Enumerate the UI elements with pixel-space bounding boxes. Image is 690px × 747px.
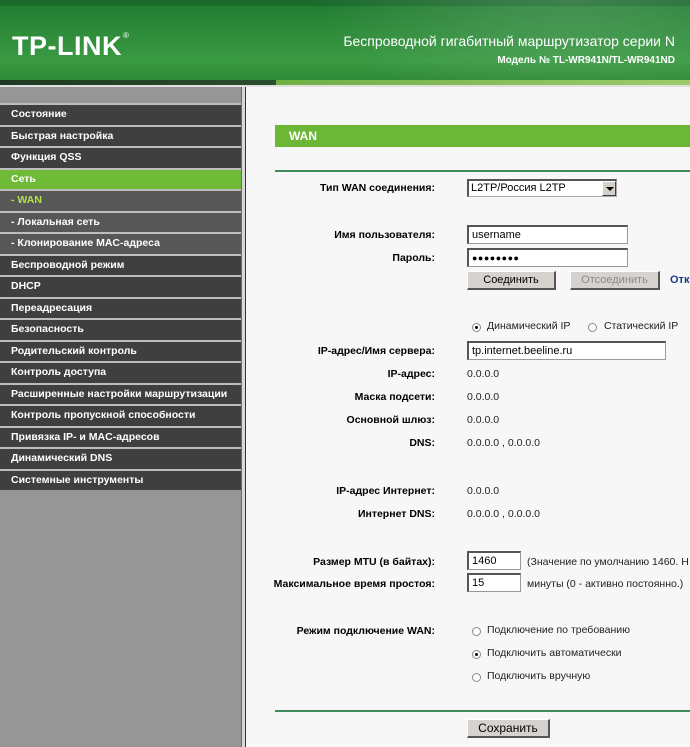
wan-mode-label: Режим подключение WAN: — [296, 625, 435, 637]
sidebar-item-parental-control[interactable]: Родительский контроль — [0, 339, 241, 361]
sidebar-item-status[interactable]: Состояние — [0, 103, 241, 125]
dns-value: 0.0.0.0 , 0.0.0.0 — [467, 437, 540, 449]
sidebar-item-advanced-routing[interactable]: Расширенные настройки маршрутизации — [0, 382, 241, 404]
tp-link-logo: TP-LINK® — [12, 31, 129, 62]
internet-dns-value: 0.0.0.0 , 0.0.0.0 — [467, 508, 540, 520]
top-divider — [275, 170, 690, 172]
wan-mode-auto-label: Подключить автоматически — [487, 647, 622, 659]
sidebar-item-dhcp[interactable]: DHCP — [0, 275, 241, 297]
idle-label: Максимальное время простоя: — [273, 578, 435, 590]
username-input[interactable]: username — [467, 225, 628, 244]
sidebar-menu: Состояние Быстрая настройка Функция QSS … — [0, 103, 241, 490]
mtu-hint: (Значение по умолчанию 1460. Н — [527, 556, 689, 568]
page-title: WAN — [275, 125, 690, 147]
static-ip-label: Статический IP — [604, 320, 679, 332]
mtu-label: Размер MTU (в байтах): — [313, 556, 435, 568]
mask-label: Маска подсети: — [354, 391, 435, 403]
header-banner: TP-LINK® Беспроводной гигабитный маршрут… — [0, 0, 690, 80]
wan-type-label: Тип WAN соединения: — [320, 182, 435, 194]
model-number: Модель № TL-WR941N/TL-WR941ND — [497, 55, 675, 66]
dynamic-ip-radio[interactable] — [472, 323, 481, 332]
server-label: IP-адрес/Имя сервера: — [317, 345, 435, 357]
sidebar-item-wireless[interactable]: Беспроводной режим — [0, 253, 241, 275]
idle-input[interactable]: 15 — [467, 573, 521, 592]
product-title: Беспроводной гигабитный маршрутизатор се… — [343, 33, 675, 49]
sidebar-subitem-lan[interactable]: - Локальная сеть — [0, 210, 241, 232]
sidebar-item-system-tools[interactable]: Системные инструменты — [0, 468, 241, 490]
mtu-input[interactable]: 1460 — [467, 551, 521, 570]
sidebar-item-ip-mac-binding[interactable]: Привязка IP- и MAC-адресов — [0, 425, 241, 447]
disconnect-button[interactable]: Отсоединить — [570, 271, 660, 290]
server-input[interactable]: tp.internet.beeline.ru — [467, 341, 666, 360]
main-content: WAN Тип WAN соединения: L2TP/Россия L2TP… — [245, 87, 690, 747]
save-button[interactable]: Сохранить — [467, 719, 550, 738]
status-link[interactable]: Отк — [670, 274, 689, 286]
sidebar-item-forwarding[interactable]: Переадресация — [0, 296, 241, 318]
wan-mode-manual-radio[interactable] — [472, 673, 481, 682]
sidebar-item-bandwidth-control[interactable]: Контроль пропускной способности — [0, 404, 241, 426]
sidebar-item-dynamic-dns[interactable]: Динамический DNS — [0, 447, 241, 469]
wan-mode-manual-label: Подключить вручную — [487, 670, 591, 682]
idle-hint: минуты (0 - активно постоянно.) — [527, 578, 684, 590]
logo-text: TP-LINK — [12, 31, 122, 61]
connect-button[interactable]: Соединить — [467, 271, 556, 290]
bottom-divider — [275, 710, 690, 712]
sidebar-subitem-mac-clone[interactable]: - Клонирование MAC-адреса — [0, 232, 241, 254]
chevron-down-icon[interactable] — [602, 181, 616, 196]
mask-value: 0.0.0.0 — [467, 391, 500, 403]
ip-value: 0.0.0.0 — [467, 368, 500, 380]
static-ip-radio[interactable] — [588, 323, 597, 332]
sidebar-item-access-control[interactable]: Контроль доступа — [0, 361, 241, 383]
sidebar-subitem-wan[interactable]: - WAN — [0, 189, 241, 211]
internet-ip-value: 0.0.0.0 — [467, 485, 500, 497]
sidebar-item-quick-setup[interactable]: Быстрая настройка — [0, 124, 241, 146]
wan-type-select[interactable]: L2TP/Россия L2TP — [467, 179, 617, 197]
dns-label: DNS: — [409, 437, 435, 449]
gateway-label: Основной шлюз: — [346, 414, 435, 426]
registered-mark: ® — [122, 31, 130, 40]
internet-dns-label: Интернет DNS: — [357, 508, 435, 520]
password-label: Пароль: — [392, 252, 435, 264]
wan-mode-on-demand-label: Подключение по требованию — [487, 624, 631, 636]
sidebar: Состояние Быстрая настройка Функция QSS … — [0, 87, 241, 747]
internet-ip-label: IP-адрес Интернет: — [336, 485, 435, 497]
wan-mode-on-demand-radio[interactable] — [472, 627, 481, 636]
username-label: Имя пользователя: — [334, 229, 435, 241]
password-input[interactable]: ●●●●●●●● — [467, 248, 628, 267]
wan-mode-auto-radio[interactable] — [472, 650, 481, 659]
ip-label: IP-адрес: — [387, 368, 435, 380]
wan-type-value: L2TP/Россия L2TP — [471, 182, 566, 194]
sidebar-item-qss[interactable]: Функция QSS — [0, 146, 241, 168]
dynamic-ip-label: Динамический IP — [487, 320, 571, 332]
gateway-value: 0.0.0.0 — [467, 414, 500, 426]
sidebar-item-network[interactable]: Сеть — [0, 167, 241, 189]
sidebar-item-security[interactable]: Безопасность — [0, 318, 241, 340]
